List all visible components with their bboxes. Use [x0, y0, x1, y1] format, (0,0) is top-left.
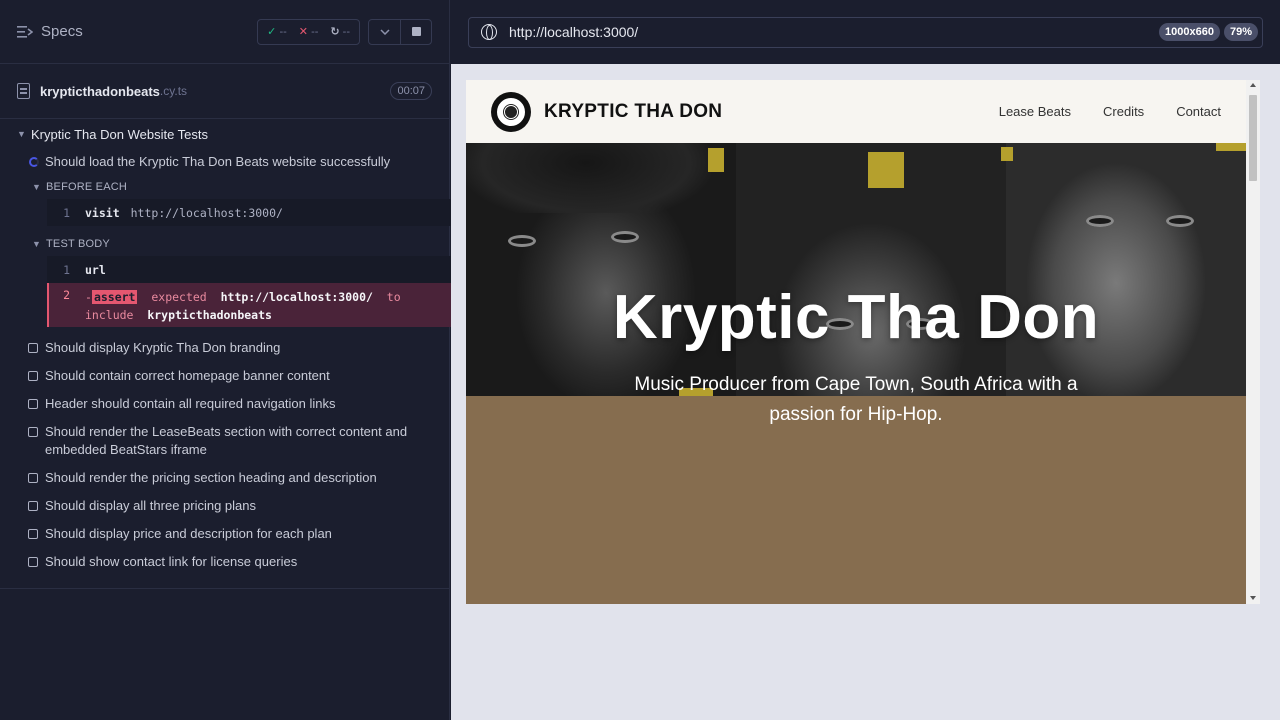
assert-badge: assert	[91, 290, 138, 304]
pending-stat: ↻ --	[330, 26, 350, 38]
command-assert-failed[interactable]: 2 - assert expected http://localhost:3000…	[47, 283, 451, 327]
site-nav: Lease Beats Credits Contact	[999, 104, 1221, 119]
accent-square	[1216, 143, 1246, 151]
specs-header: Specs ✓ -- ✕ -- ↻ --	[0, 0, 449, 64]
scroll-down-icon[interactable]	[1250, 596, 1256, 600]
scroll-thumb[interactable]	[1249, 95, 1257, 181]
list-item[interactable]: Should display all three pricing plans	[28, 497, 432, 515]
reporter-panel: Specs ✓ -- ✕ -- ↻ -- krypticthadonbeats …	[0, 0, 451, 720]
pending-icon	[28, 501, 38, 511]
list-item[interactable]: Should show contact link for license que…	[28, 553, 432, 571]
run-controls	[368, 18, 432, 45]
pending-icon	[28, 399, 38, 409]
browser-topbar: http://localhost:3000/ 1000x660 79%	[451, 0, 1280, 64]
pending-icon	[28, 473, 38, 483]
viewport-badge[interactable]: 1000x660	[1159, 23, 1220, 41]
app-preview-panel: http://localhost:3000/ 1000x660 79% KRYP…	[451, 0, 1280, 720]
list-icon[interactable]	[17, 25, 33, 39]
app-iframe: KRYPTIC THA DON Lease Beats Credits Cont…	[466, 80, 1260, 604]
specs-title[interactable]: Specs	[41, 23, 83, 40]
caret-down-icon: ▼	[32, 182, 42, 192]
brand-logo[interactable]	[491, 91, 531, 132]
nav-link-credits[interactable]: Credits	[1103, 104, 1144, 119]
before-each-hook[interactable]: ▼ BEFORE EACH	[17, 179, 432, 195]
accent-square	[708, 148, 724, 172]
spinner-icon	[29, 157, 39, 167]
caret-down-icon: ▼	[32, 239, 42, 249]
running-test-title: Should load the Kryptic Tha Don Beats we…	[45, 154, 391, 169]
stop-button[interactable]	[400, 19, 431, 44]
assert-message: - assert expected http://localhost:3000/ …	[85, 290, 401, 322]
hero-title: Kryptic Tha Don	[612, 283, 1100, 352]
site-header: KRYPTIC THA DON Lease Beats Credits Cont…	[466, 80, 1246, 143]
command-url[interactable]: 1 url	[47, 256, 451, 283]
list-item[interactable]: Should render the pricing section headin…	[28, 469, 432, 487]
suite-title-row[interactable]: ▼ Kryptic Tha Don Website Tests	[17, 126, 432, 142]
list-item[interactable]: Should render the LeaseBeats section wit…	[28, 423, 432, 459]
pending-icon	[28, 427, 38, 437]
command-visit[interactable]: 1 visit http://localhost:3000/	[47, 199, 451, 226]
zoom-badge: 79%	[1223, 23, 1258, 41]
scroll-up-icon[interactable]	[1250, 83, 1256, 87]
spec-file-name[interactable]: krypticthadonbeats	[40, 84, 160, 99]
pending-icon	[28, 343, 38, 353]
list-item[interactable]: Should contain correct homepage banner c…	[28, 367, 432, 385]
list-item[interactable]: Header should contain all required navig…	[28, 395, 432, 413]
brand-name[interactable]: KRYPTIC THA DON	[544, 101, 722, 123]
spec-file-row: krypticthadonbeats .cy.ts 00:07	[0, 64, 449, 119]
accent-square	[1001, 147, 1013, 161]
running-test[interactable]: Should load the Kryptic Tha Don Beats we…	[17, 153, 432, 171]
list-item[interactable]: Should display Kryptic Tha Don branding	[28, 339, 432, 357]
failed-stat: ✕ --	[298, 26, 319, 38]
check-icon: ✓	[267, 26, 277, 38]
url-text: http://localhost:3000/	[509, 24, 639, 40]
divider	[0, 588, 450, 589]
url-bar[interactable]: http://localhost:3000/ 1000x660 79%	[468, 16, 1263, 48]
accent-square	[868, 152, 904, 188]
test-stats: ✓ -- ✕ -- ↻ --	[257, 18, 360, 45]
pending-icon	[28, 529, 38, 539]
stop-icon	[411, 27, 421, 36]
test-suite: ▼ Kryptic Tha Don Website Tests Should l…	[0, 119, 451, 327]
passed-stat: ✓ --	[267, 26, 287, 38]
hero-collage-image	[466, 143, 1246, 396]
suite-title: Kryptic Tha Don Website Tests	[31, 126, 209, 142]
pending-tests-list: Should display Kryptic Tha Don branding …	[0, 339, 449, 571]
duration-badge: 00:07	[390, 82, 432, 100]
scrollbar[interactable]	[1246, 80, 1260, 604]
file-icon	[17, 83, 30, 99]
spec-file-ext: .cy.ts	[159, 84, 188, 98]
nav-link-contact[interactable]: Contact	[1176, 104, 1221, 119]
spinner-icon: ↻	[330, 26, 340, 38]
pending-icon	[28, 371, 38, 381]
pending-icon	[28, 557, 38, 567]
caret-down-icon: ▼	[17, 129, 26, 139]
globe-icon	[481, 24, 497, 40]
chevron-down-icon[interactable]	[369, 20, 400, 44]
test-body-hook[interactable]: ▼ TEST BODY	[17, 236, 432, 252]
website: KRYPTIC THA DON Lease Beats Credits Cont…	[466, 80, 1246, 604]
x-icon: ✕	[298, 26, 308, 38]
hero-subtitle: Music Producer from Cape Town, South Afr…	[634, 374, 1078, 425]
list-item[interactable]: Should display price and description for…	[28, 525, 432, 543]
nav-link-lease-beats[interactable]: Lease Beats	[999, 104, 1071, 119]
